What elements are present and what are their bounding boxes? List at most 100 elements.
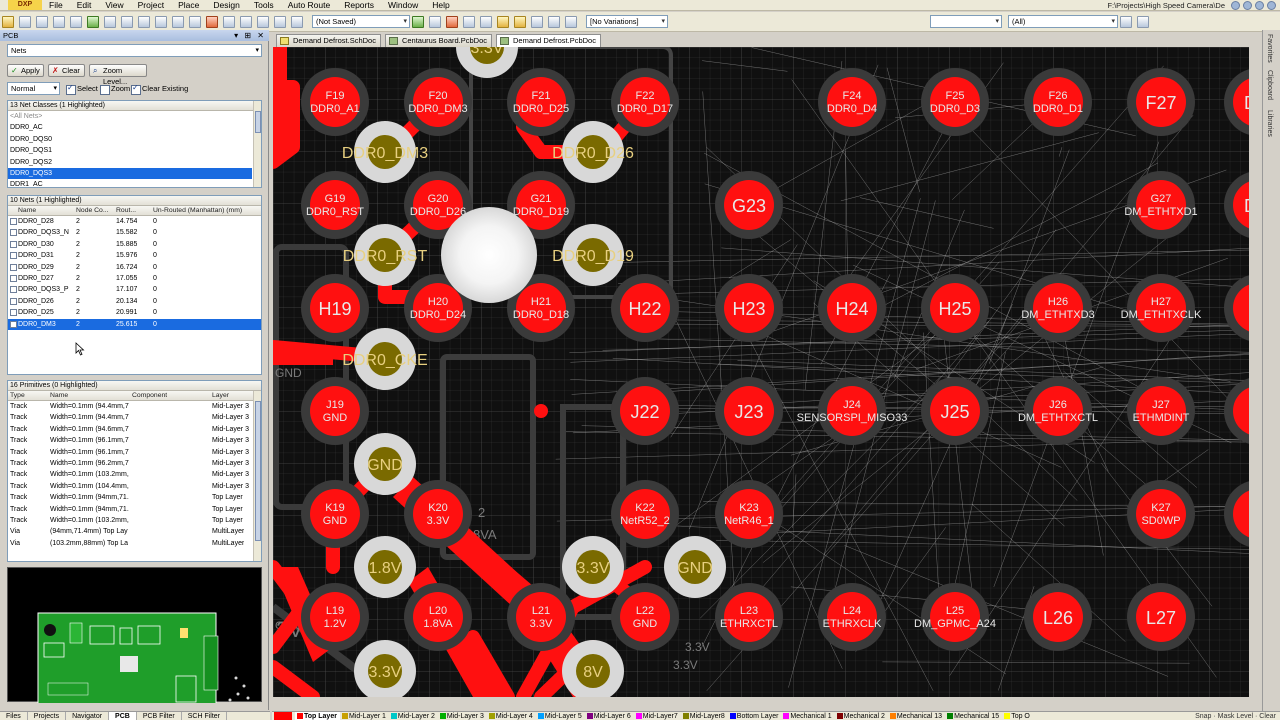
layer-tab[interactable]: Bottom Layer — [728, 712, 782, 720]
doc-tab-demand-pcb[interactable]: Demand Defrost.PcbDoc — [496, 34, 601, 47]
tab-sch-filter[interactable]: SCH Filter — [182, 712, 228, 720]
select-checkbox[interactable]: Select — [66, 83, 98, 95]
cross-probe-icon[interactable] — [87, 15, 99, 28]
primitive-row[interactable]: Via (94mm,71.4mm) Top Lay MultiLayer — [8, 526, 261, 537]
coordinate-icon[interactable] — [548, 15, 560, 28]
layer-tab[interactable]: Mid-Layer 5 — [536, 712, 585, 720]
layer-tab[interactable]: Mechanical 13 — [888, 712, 945, 720]
dock-libraries[interactable]: Libraries — [1266, 110, 1273, 137]
menu-project[interactable]: Project — [131, 0, 171, 11]
zoom-level-button[interactable]: ⌕ Zoom Level... — [89, 64, 147, 86]
col-type[interactable]: Type — [10, 391, 25, 401]
col-routed[interactable]: Rout... — [116, 206, 148, 216]
tab-pcb-filter[interactable]: PCB Filter — [137, 712, 182, 720]
net-row[interactable]: DDR0_D25 2 20.991 0 — [8, 307, 261, 318]
move-icon[interactable] — [189, 15, 201, 28]
primitive-row[interactable]: Track Width=0.1mm (103.2mm, Mid-Layer 3 — [8, 469, 261, 480]
net-checkbox[interactable] — [10, 218, 17, 225]
layer-tab[interactable]: Mid-Layer 4 — [487, 712, 536, 720]
tab-files[interactable]: Files — [0, 712, 28, 720]
doc-tab-schematic[interactable]: Demand Defrost.SchDoc — [276, 34, 381, 47]
blank-select[interactable] — [930, 15, 1002, 28]
col-node-count[interactable]: Node Co... — [76, 206, 114, 216]
dxp-menu[interactable]: DXP — [8, 0, 42, 10]
primitive-row[interactable]: Track Width=0.1mm (104.4mm, Mid-Layer 3 — [8, 481, 261, 492]
primitive-row[interactable]: Via (103.2mm,88mm) Top La MultiLayer — [8, 538, 261, 549]
menu-reports[interactable]: Reports — [337, 0, 381, 11]
save-state-select[interactable]: (Not Saved) — [312, 15, 410, 28]
board-insight-preview[interactable] — [7, 567, 262, 720]
apply-button[interactable]: ✓ Apply — [7, 64, 44, 77]
back-icon[interactable] — [1231, 1, 1240, 10]
open-folder-icon[interactable] — [2, 15, 14, 28]
menu-view[interactable]: View — [98, 0, 130, 11]
net-checkbox[interactable] — [10, 252, 17, 260]
zoom-checkbox[interactable]: Zoom — [100, 84, 130, 95]
net-row[interactable]: DDR0_D26 2 20.134 0 — [8, 296, 261, 307]
pad-icon[interactable] — [446, 15, 458, 28]
deselect-icon[interactable] — [206, 15, 218, 28]
undo-icon[interactable] — [223, 15, 235, 28]
net-row[interactable]: DDR0_D29 2 16.724 0 — [8, 262, 261, 273]
net-row[interactable]: DDR0_DQS3_P 2 17.107 0 — [8, 284, 261, 295]
mask-icon[interactable] — [1137, 15, 1149, 28]
filter-icon[interactable] — [1120, 15, 1132, 28]
rubber-stamp-icon[interactable] — [155, 15, 167, 28]
polygon-icon[interactable] — [514, 15, 526, 28]
tab-pcb[interactable]: PCB — [109, 712, 137, 720]
primitive-row[interactable]: Track Width=0.1mm (96.1mm,7 Mid-Layer 3 — [8, 435, 261, 446]
net-class-item[interactable]: DDR0_AC — [8, 122, 252, 133]
fill-icon[interactable] — [497, 15, 509, 28]
layer-tab[interactable]: Mechanical 15 — [945, 712, 1002, 720]
sheet-icon[interactable] — [274, 15, 286, 28]
col-layer[interactable]: Layer — [212, 391, 229, 401]
primitive-row[interactable]: Track Width=0.1mm (96.1mm,7 Mid-Layer 3 — [8, 447, 261, 458]
layer-tab[interactable]: Mid-Layer 2 — [389, 712, 438, 720]
col-unrouted[interactable]: Un-Routed (Manhattan) (mm) — [153, 206, 242, 216]
col-prim-name[interactable]: Name — [50, 391, 68, 401]
pcb-layout[interactable]: GND28VA3.3V2VC1303.3V F19DDR0_A1F20DDR0_… — [273, 47, 1249, 697]
layer-tab[interactable]: Mid-Layer 6 — [585, 712, 634, 720]
variations-select[interactable]: [No Variations] — [586, 15, 668, 28]
layer-tab[interactable]: Mid-Layer8 — [681, 712, 728, 720]
net-row[interactable]: DDR0_D30 2 15.885 0 — [8, 239, 261, 250]
tab-navigator[interactable]: Navigator — [66, 712, 110, 720]
layer-tab[interactable]: Top O — [1002, 712, 1033, 720]
menu-help[interactable]: Help — [425, 0, 456, 11]
net-class-item[interactable]: DDR1_AC — [8, 179, 252, 187]
zoom-fit-icon[interactable] — [53, 15, 65, 28]
net-row[interactable]: DDR0_DM3 2 25.615 0 — [8, 318, 261, 330]
clear-button[interactable]: ✗ Clear — [48, 64, 85, 77]
save-icon[interactable] — [19, 15, 31, 28]
net-checkbox[interactable] — [10, 274, 17, 282]
net-row[interactable]: DDR0_D28 2 14.754 0 — [8, 216, 261, 227]
layer-tab[interactable]: Mid-Layer 1 — [340, 712, 389, 720]
panel-pin-close[interactable]: ▾ ⊞ ✕ — [234, 30, 266, 41]
dock-favorites[interactable]: Favorites — [1266, 34, 1273, 63]
zoom-area-icon[interactable] — [70, 15, 82, 28]
redo-icon[interactable] — [240, 15, 252, 28]
paste-icon[interactable] — [138, 15, 150, 28]
dock-clipboard[interactable]: Clipboard — [1266, 70, 1273, 100]
primitive-row[interactable]: Track Width=0.1mm (94.4mm,7 Mid-Layer 3 — [8, 412, 261, 423]
layer-tab[interactable]: Mechanical 1 — [781, 712, 834, 720]
menu-file[interactable]: File — [42, 0, 70, 11]
clear-existing-checkbox[interactable]: Clear Existing — [131, 83, 188, 95]
copy-icon[interactable] — [121, 15, 133, 28]
tab-projects[interactable]: Projects — [28, 712, 67, 720]
menu-edit[interactable]: Edit — [70, 0, 99, 11]
forward-icon[interactable] — [1243, 1, 1252, 10]
net-class-item[interactable]: DDR0_DQS1 — [8, 145, 252, 156]
current-layer-color[interactable] — [274, 712, 292, 720]
menu-window[interactable]: Window — [381, 0, 425, 11]
net-classes-scrollbar[interactable] — [253, 101, 261, 187]
menu-tools[interactable]: Tools — [247, 0, 281, 11]
net-checkbox[interactable] — [10, 240, 17, 248]
menu-place[interactable]: Place — [171, 0, 206, 11]
print-icon[interactable] — [36, 15, 48, 28]
component-icon[interactable] — [565, 15, 577, 28]
net-checkbox[interactable] — [10, 286, 17, 294]
via-icon[interactable] — [463, 15, 475, 28]
grid-icon[interactable] — [257, 15, 269, 28]
primitive-row[interactable]: Track Width=0.1mm (96.2mm,7 Mid-Layer 3 — [8, 458, 261, 469]
